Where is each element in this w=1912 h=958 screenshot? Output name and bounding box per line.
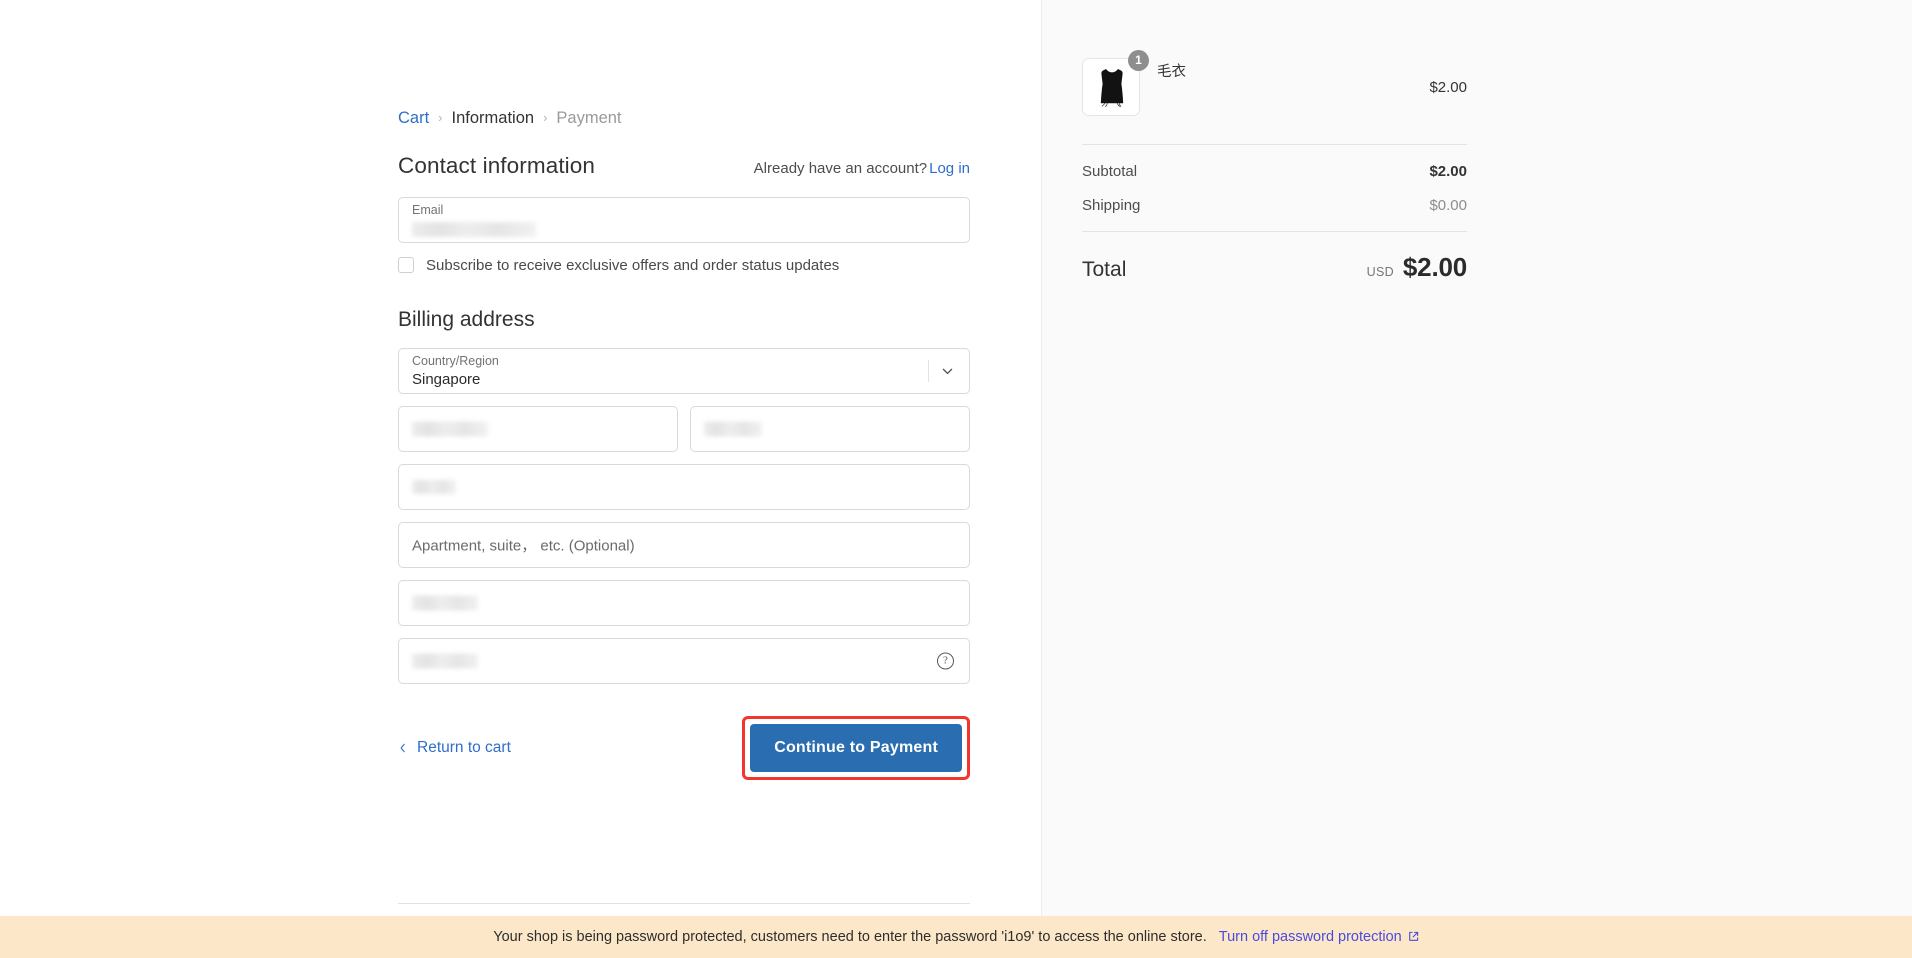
country-region-select[interactable]: Country/Region Singapore xyxy=(398,347,970,394)
apartment-field-placeholder: Apartment, suite， etc. (Optional) xyxy=(412,537,635,554)
select-divider xyxy=(928,359,929,382)
subscribe-label: Subscribe to receive exclusive offers an… xyxy=(426,256,840,274)
name-field-row xyxy=(398,405,970,452)
postal-code-value-redacted xyxy=(412,653,478,668)
subtotal-label: Subtotal xyxy=(1082,163,1138,180)
checkout-shell: Cart › Information › Payment Contact inf… xyxy=(0,0,1912,958)
total-label: Total xyxy=(1082,258,1127,281)
checkout-form-pane: Cart › Information › Payment Contact inf… xyxy=(0,0,1041,958)
address-field[interactable] xyxy=(398,463,970,510)
order-summary-pane: 1 毛衣 $2.00 Subtotal $2.00 Shipping $0.00… xyxy=(1041,0,1912,958)
city-field[interactable] xyxy=(398,579,970,626)
log-in-link[interactable]: Log in xyxy=(929,160,970,177)
breadcrumb-separator-icon: › xyxy=(438,109,443,125)
subscribe-row[interactable]: Subscribe to receive exclusive offers an… xyxy=(398,257,970,274)
order-line-item: 1 毛衣 $2.00 xyxy=(1082,48,1467,138)
city-value-redacted xyxy=(412,595,478,610)
help-circle-icon[interactable]: ? xyxy=(937,652,954,669)
chevron-left-icon xyxy=(398,742,408,754)
billing-address-title: Billing address xyxy=(398,307,535,331)
checkout-page: Cart › Information › Payment Contact inf… xyxy=(0,0,1912,958)
total-amount-wrap: USD $2.00 xyxy=(1366,252,1468,283)
contact-information-header: Contact information Already have an acco… xyxy=(398,153,970,179)
summary-divider xyxy=(1082,144,1467,145)
first-name-value-redacted xyxy=(412,421,488,436)
shipping-row: Shipping $0.00 xyxy=(1082,197,1467,214)
continue-to-payment-highlight: Continue to Payment xyxy=(742,715,970,780)
subtotal-row: Subtotal $2.00 xyxy=(1082,163,1467,180)
checkout-form-column: Cart › Information › Payment Contact inf… xyxy=(398,110,970,784)
order-summary: 1 毛衣 $2.00 Subtotal $2.00 Shipping $0.00… xyxy=(1082,48,1467,283)
subtotal-value: $2.00 xyxy=(1429,163,1467,180)
postal-code-field[interactable]: ? xyxy=(398,637,970,684)
email-field[interactable]: Email xyxy=(398,196,970,243)
apartment-field[interactable]: Apartment, suite， etc. (Optional) xyxy=(398,521,970,568)
country-region-value: Singapore xyxy=(412,370,481,388)
form-actions: Return to cart Continue to Payment xyxy=(398,712,970,784)
total-divider xyxy=(1082,231,1467,232)
breadcrumb-item-information[interactable]: Information xyxy=(452,110,535,127)
account-prompt-text: Already have an account? xyxy=(753,159,928,177)
breadcrumb: Cart › Information › Payment xyxy=(398,110,970,127)
email-field-label: Email xyxy=(412,202,444,217)
breadcrumb-separator-icon: › xyxy=(543,109,548,125)
breadcrumb-item-payment: Payment xyxy=(556,109,622,127)
shipping-label: Shipping xyxy=(1082,197,1141,214)
password-banner-message: Your shop is being password protected, c… xyxy=(493,929,1207,945)
shipping-value: $0.00 xyxy=(1429,197,1467,214)
breadcrumb-item-cart[interactable]: Cart xyxy=(398,110,429,127)
last-name-value-redacted xyxy=(704,421,762,436)
external-link-icon xyxy=(1408,931,1419,942)
product-name: 毛衣 xyxy=(1157,64,1186,80)
address-value-redacted xyxy=(412,479,456,494)
continue-to-payment-button[interactable]: Continue to Payment xyxy=(750,723,962,772)
email-field-value-redacted xyxy=(412,221,536,237)
contact-information-title: Contact information xyxy=(398,152,595,178)
return-to-cart-label: Return to cart xyxy=(417,738,511,756)
last-name-field[interactable] xyxy=(690,405,970,452)
turn-off-password-protection-label: Turn off password protection xyxy=(1218,929,1402,945)
chevron-down-icon xyxy=(941,364,954,377)
product-price: $2.00 xyxy=(1429,78,1467,96)
quantity-badge: 1 xyxy=(1128,50,1149,71)
first-name-field[interactable] xyxy=(398,405,678,452)
footer-divider xyxy=(398,903,970,904)
return-to-cart-link[interactable]: Return to cart xyxy=(398,739,511,757)
product-thumbnail-wrap: 1 xyxy=(1082,50,1149,116)
account-prompt: Already have an account? Log in xyxy=(754,160,970,177)
turn-off-password-protection-link[interactable]: Turn off password protection xyxy=(1219,929,1419,945)
password-protection-banner: Your shop is being password protected, c… xyxy=(0,916,1912,958)
total-value: $2.00 xyxy=(1402,252,1467,282)
total-row: Total USD $2.00 xyxy=(1082,252,1467,283)
country-region-label: Country/Region xyxy=(412,353,499,368)
total-currency: USD xyxy=(1366,265,1394,279)
subscribe-checkbox[interactable] xyxy=(398,257,414,273)
